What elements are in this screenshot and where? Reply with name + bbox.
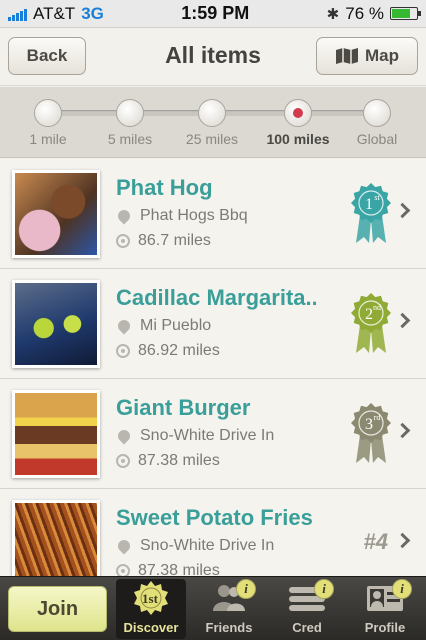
battery-icon [389,7,421,20]
item-distance-label: 86.92 miles [138,342,220,359]
tab-cred[interactable]: i Cred [272,579,342,639]
slider-stop[interactable] [198,99,226,127]
first-badge-icon: 1st [134,581,168,615]
item-place-label: Mi Pueblo [140,317,212,334]
slider-stop[interactable] [363,99,391,127]
bluetooth-icon: ✱ [326,5,340,23]
item-name: Sweet Potato Fries [116,505,313,530]
join-button[interactable]: Join [8,586,107,632]
target-icon [116,454,130,468]
slider-stop-label: 100 miles [266,131,330,147]
rank-number: 2 [365,306,373,323]
clock: 1:59 PM [181,3,250,23]
item-distance-label: 86.7 miles [138,232,211,249]
nav-bar: Back All items Map [0,28,426,86]
slider-stop-label: 5 miles [107,131,153,147]
item-photo [12,280,100,368]
slider-stop-label: Global [356,131,398,147]
distance-slider[interactable]: 1 mile 5 miles 25 miles 100 miles Global [0,87,426,158]
chevron-right-icon [394,202,411,219]
item-place-label: Phat Hogs Bbq [140,207,248,224]
item-name: Giant Burger [116,395,251,420]
pin-icon [115,317,133,335]
signal-icon [8,7,27,21]
item-distance-label: 87.38 miles [138,452,220,469]
pin-icon [115,537,133,555]
slider-stop[interactable] [284,99,312,127]
item-place: Sno-White Drive In [115,427,275,445]
tab-friends[interactable]: i Friends [194,579,264,639]
tab-bar: Join 1st Discover i Friends i Cred i Pro… [0,576,426,640]
svg-text:1st: 1st [142,591,159,606]
pin-icon [115,427,133,445]
map-button-label: Map [365,46,399,65]
rank-badge-icon: 1st [351,183,391,243]
tab-profile[interactable]: i Profile [350,579,420,639]
carrier-label: AT&T [33,3,76,23]
rank-badge-icon: 2nd [351,293,391,353]
item-place-label: Sno-White Drive In [140,427,275,444]
slider-stop[interactable] [116,99,144,127]
item-photo [12,500,100,588]
tab-discover[interactable]: 1st Discover [116,579,186,639]
item-distance: 86.7 miles [116,232,211,250]
item-photo [12,390,100,478]
chevron-right-icon [394,422,411,439]
rank-suffix: st [374,193,380,202]
item-place-label: Sno-White Drive In [140,537,275,554]
chevron-right-icon [394,532,411,549]
tab-profile-label: Profile [364,620,406,635]
slider-stop-label: 1 mile [29,131,67,147]
network-label: 3G [81,3,104,23]
item-name: Phat Hog [116,175,213,200]
item-place: Sno-White Drive In [115,537,275,555]
rank-number: 1 [365,196,373,213]
slider-stop[interactable] [34,99,62,127]
info-badge: i [314,579,334,599]
info-badge: i [392,579,412,599]
list-item[interactable]: Phat Hog Phat Hogs Bbq 86.7 miles 1st [0,159,426,269]
item-place: Mi Pueblo [115,317,212,335]
rank-badge-icon: 3rd [351,403,391,463]
slider-stop-label: 25 miles [185,131,239,147]
map-icon [336,48,358,64]
target-icon [116,234,130,248]
item-photo [12,170,100,258]
item-name: Cadillac Margarita... [116,285,316,310]
target-icon [116,344,130,358]
item-place: Phat Hogs Bbq [115,207,248,225]
pin-icon [115,207,133,225]
items-list: Phat Hog Phat Hogs Bbq 86.7 miles 1st Ca… [0,159,426,599]
rank-number: 3 [365,416,373,433]
status-bar: AT&T 3G 1:59 PM ✱ 76 % [0,0,426,28]
map-button[interactable]: Map [316,37,418,75]
rank-suffix: rd [374,413,381,422]
tab-friends-label: Friends [205,620,253,635]
tab-discover-label: Discover [123,620,179,635]
info-badge: i [236,579,256,599]
list-item[interactable]: Giant Burger Sno-White Drive In 87.38 mi… [0,379,426,489]
item-distance: 86.92 miles [116,342,220,360]
item-distance: 87.38 miles [116,452,220,470]
rank-suffix: nd [373,303,381,312]
list-item[interactable]: Cadillac Margarita... Mi Pueblo 86.92 mi… [0,269,426,379]
chevron-right-icon [394,312,411,329]
battery-percent: 76 % [345,3,384,23]
tab-cred-label: Cred [292,620,322,635]
rank-label: #4 [363,529,388,554]
